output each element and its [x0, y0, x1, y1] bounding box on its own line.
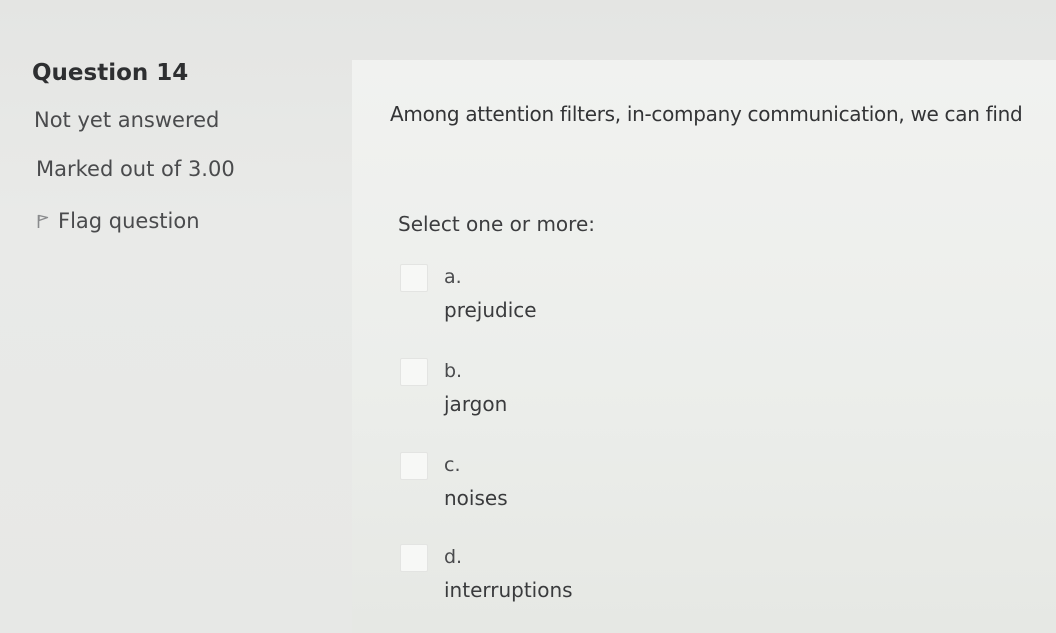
flag-icon	[36, 213, 50, 229]
answer-letter: a.	[444, 266, 462, 288]
answer-option-a[interactable]: a. prejudice	[400, 264, 700, 334]
answer-checkbox-d[interactable]	[400, 544, 428, 572]
question-number: Question 14	[32, 60, 189, 86]
answer-text: noises	[444, 486, 508, 510]
question-state: Not yet answered	[34, 108, 220, 132]
answer-checkbox-c[interactable]	[400, 452, 428, 480]
answer-option-c[interactable]: c. noises	[400, 452, 700, 522]
question-info-panel: Question 14 Not yet answered Marked out …	[0, 0, 350, 633]
answer-prompt: Select one or more:	[398, 212, 595, 236]
question-content: Among attention filters, in-company comm…	[352, 60, 1056, 633]
answer-checkbox-b[interactable]	[400, 358, 428, 386]
answer-letter: c.	[444, 454, 461, 476]
answer-letter: d.	[444, 546, 463, 568]
answer-text: prejudice	[444, 298, 537, 322]
answer-letter: b.	[444, 360, 463, 382]
question-text: Among attention filters, in-company comm…	[390, 102, 1023, 126]
answer-text: jargon	[444, 392, 508, 416]
question-grade: Marked out of 3.00	[36, 157, 235, 181]
answer-option-b[interactable]: b. jargon	[400, 358, 700, 428]
answer-text: interruptions	[444, 578, 573, 602]
answer-option-d[interactable]: d. interruptions	[400, 544, 700, 614]
flag-question-label: Flag question	[58, 209, 200, 233]
answer-checkbox-a[interactable]	[400, 264, 428, 292]
flag-question-link[interactable]: Flag question	[36, 209, 200, 233]
